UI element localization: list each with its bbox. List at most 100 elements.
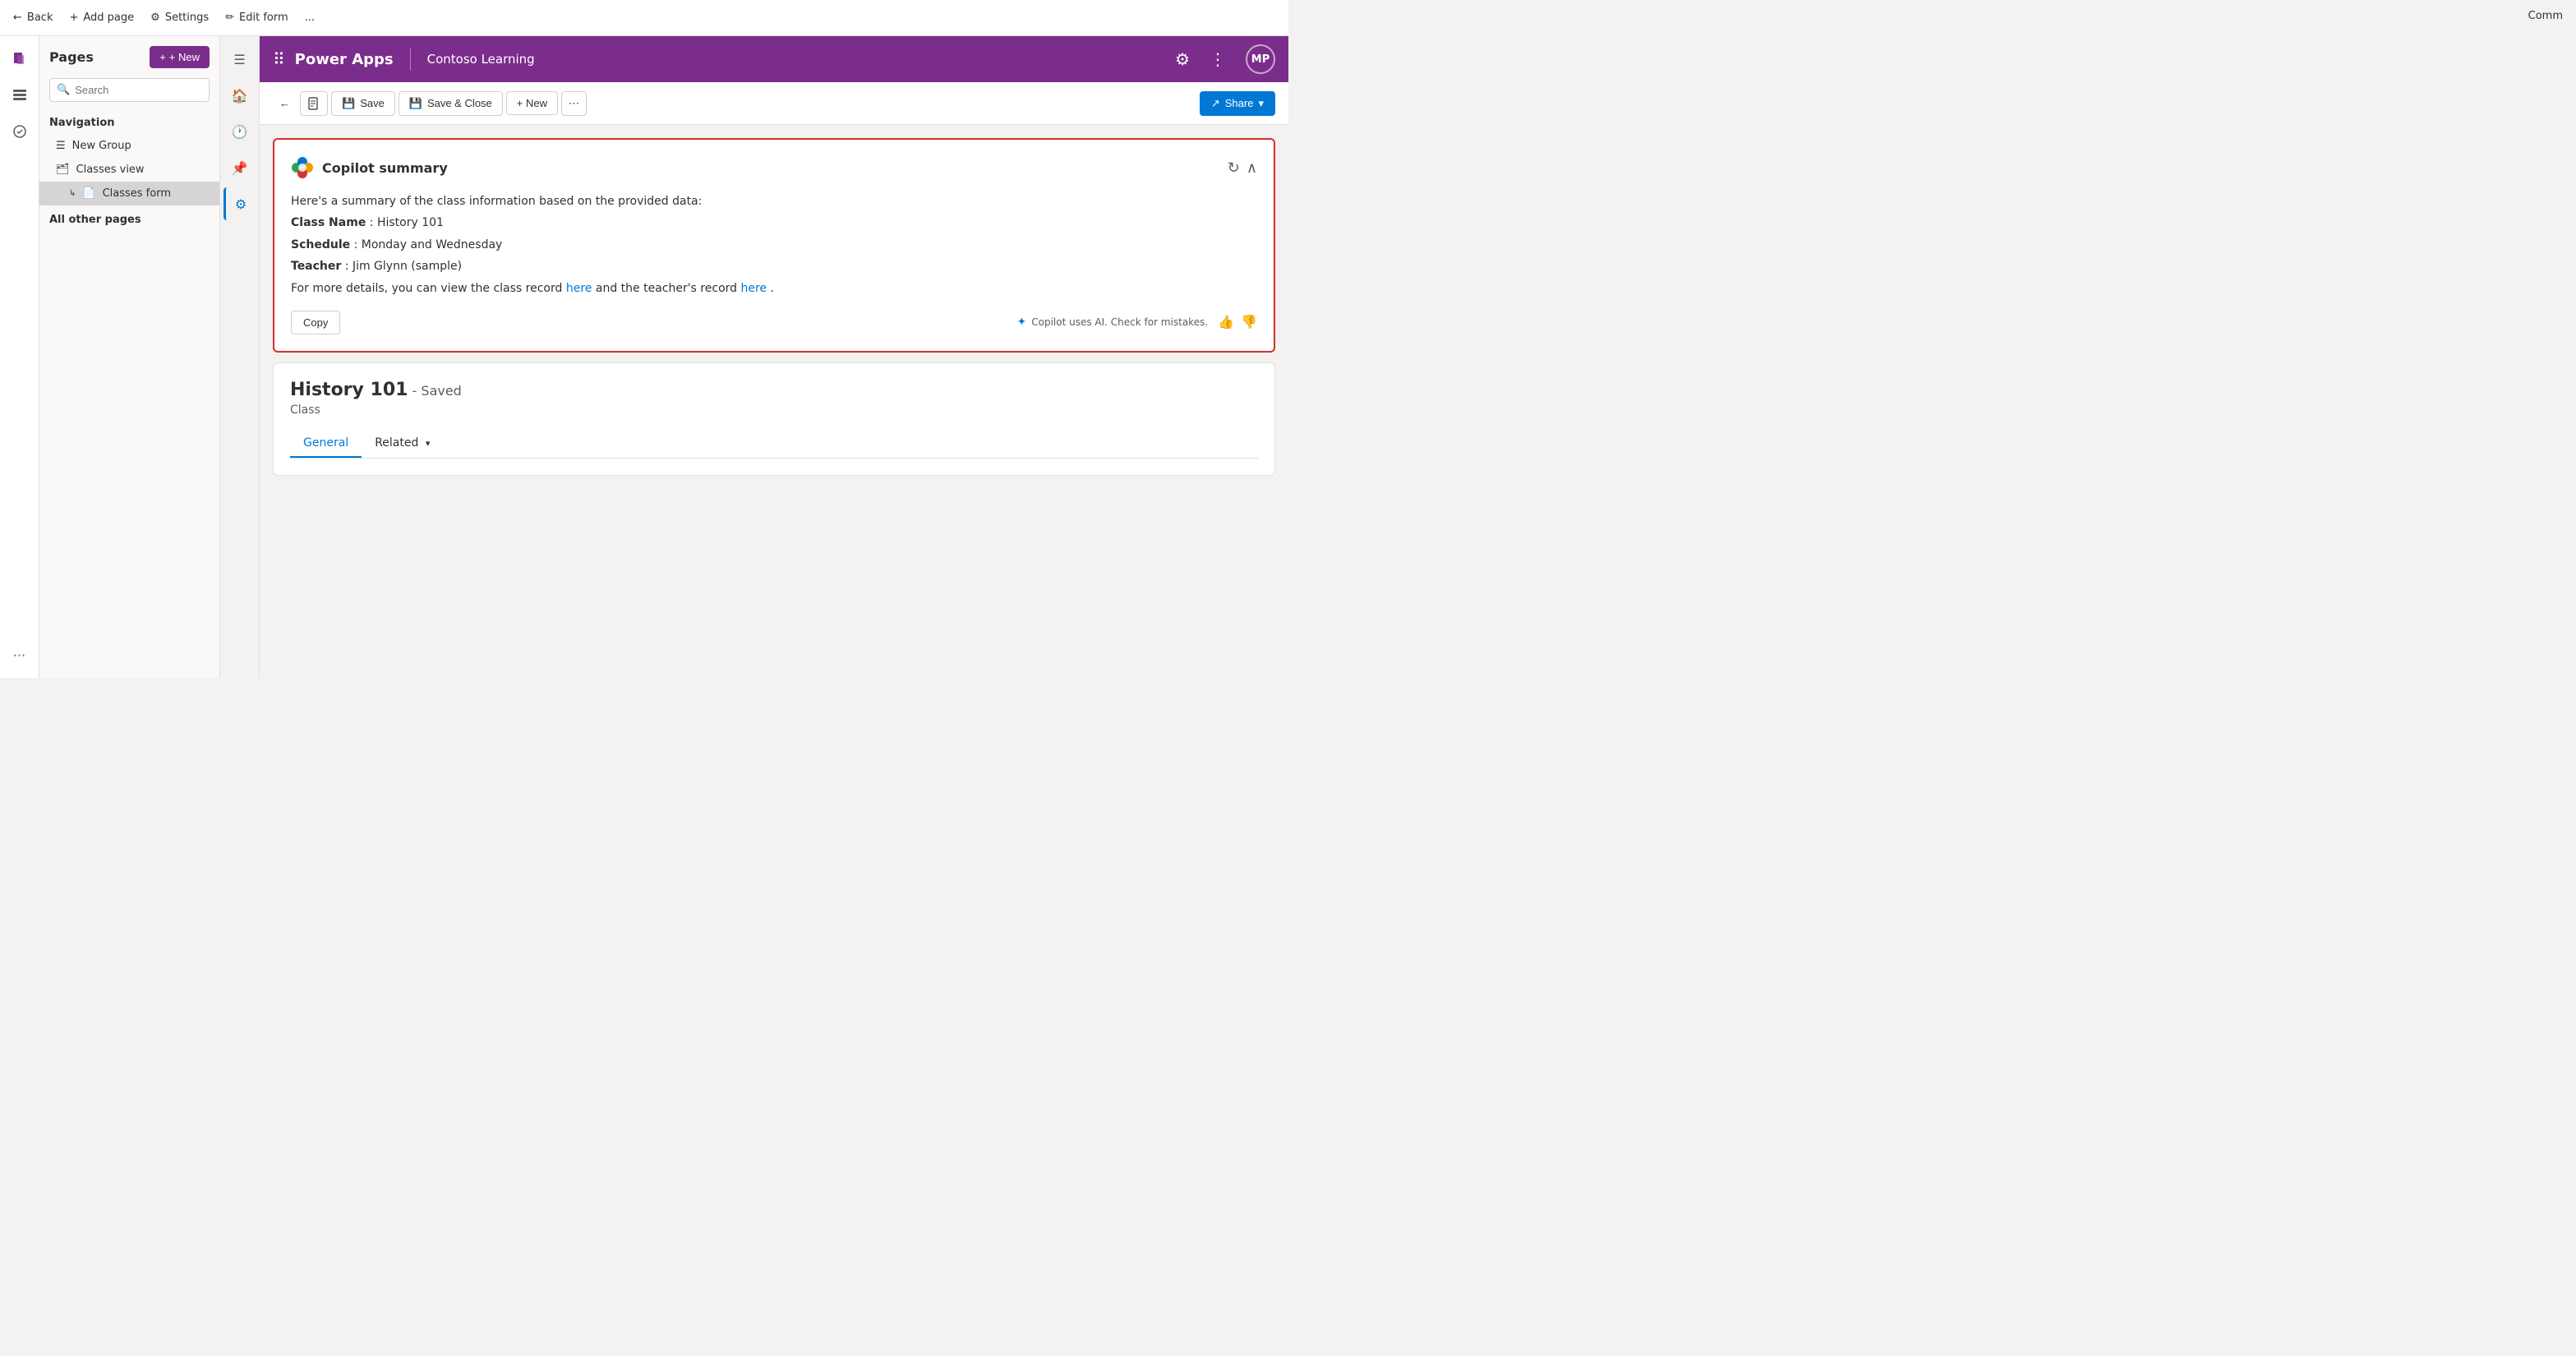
thumbdown-button[interactable]: 👎 [1241, 314, 1257, 330]
spark-icon: ✦ [1017, 316, 1027, 329]
pages-icon-rail[interactable] [3, 43, 36, 76]
copilot-body: Here's a summary of the class informatio… [291, 192, 1257, 297]
history-right-icon[interactable]: 🕐 [223, 115, 256, 148]
class-name-label: Class Name [291, 216, 366, 229]
share-dropdown-icon: ▾ [1258, 97, 1264, 110]
back-toolbar-button[interactable]: ← [273, 92, 297, 114]
record-card: History 101 - Saved Class General Relate… [273, 362, 1275, 476]
pin-right-icon[interactable]: 📌 [223, 151, 256, 184]
edit-form-button[interactable]: ✏ Edit form [225, 12, 288, 24]
settings-header-icon[interactable]: ⚙ [1175, 49, 1190, 69]
back-icon: ← [13, 12, 22, 24]
classes-form-label: Classes form [103, 187, 171, 200]
classes-view-icon: 🗂 [56, 164, 70, 176]
copilot-class-name: Class Name : History 101 [291, 214, 1257, 232]
back-label: Back [27, 12, 53, 24]
copilot-logo [291, 156, 314, 179]
class-record-link[interactable]: here [566, 282, 592, 295]
teacher-sep: : [345, 260, 353, 273]
teacher-value: Jim Glynn (sample) [353, 260, 462, 273]
more-toolbar-button[interactable]: ⋯ [561, 91, 587, 116]
tab-related-label: Related [375, 436, 418, 450]
add-icon: + [69, 12, 78, 24]
classes-view-label: Classes view [76, 164, 145, 176]
main-layout: ··· Pages + + New 🔍 Navigation ☰ New Gro… [0, 36, 1288, 678]
navigation-label: Navigation [39, 112, 219, 134]
add-page-label: Add page [83, 12, 134, 24]
thumbup-button[interactable]: 👍 [1218, 314, 1234, 330]
teacher-label: Teacher [291, 260, 341, 273]
tab-related-dropdown-icon: ▾ [426, 438, 431, 449]
record-tabs: General Related ▾ [290, 430, 1258, 459]
data-icon-rail[interactable] [3, 79, 36, 112]
comm-label: Comm [2515, 0, 2576, 32]
right-icon-bar: ☰ 🏠 🕐 📌 ⚙ [220, 36, 260, 678]
settings-button[interactable]: ⚙ Settings [150, 12, 209, 24]
copilot-footer: Copy ✦ Copilot uses AI. Check for mistak… [291, 311, 1257, 334]
schedule-sep: : [354, 238, 362, 251]
copilot-card: Copilot summary ↻ ∧ Here's a summary of … [273, 138, 1275, 353]
gear-icon: ⚙ [150, 12, 160, 24]
collapse-copilot-button[interactable]: ∧ [1247, 159, 1257, 177]
back-button[interactable]: ← Back [13, 12, 53, 24]
share-label: Share [1225, 97, 1254, 109]
settings-label: Settings [165, 12, 209, 24]
copilot-disclaimer: ✦ Copilot uses AI. Check for mistakes. [1017, 316, 1209, 329]
tab-related[interactable]: Related ▾ [362, 430, 443, 458]
tab-general[interactable]: General [290, 430, 362, 458]
list-icon: ☰ [56, 140, 66, 152]
refresh-copilot-button[interactable]: ↻ [1228, 159, 1240, 177]
ellipsis-icon: ··· [13, 648, 25, 663]
app-subtitle: Contoso Learning [427, 52, 535, 67]
hamburger-right-icon[interactable]: ☰ [223, 43, 256, 76]
feedback-buttons: 👍 👎 [1218, 314, 1257, 330]
save-close-label: Save & Close [427, 97, 492, 109]
search-box[interactable]: 🔍 [49, 78, 210, 102]
copilot-actions: ↻ ∧ [1228, 159, 1257, 177]
left-sidebar: Pages + + New 🔍 Navigation ☰ New Group 🗂… [39, 36, 220, 678]
waffle-icon[interactable]: ⠿ [273, 49, 285, 69]
search-input[interactable] [75, 84, 202, 96]
copilot-teacher: Teacher : Jim Glynn (sample) [291, 257, 1257, 275]
more-options-button[interactable]: ... [305, 12, 315, 24]
sidebar-header: Pages + + New [39, 46, 219, 68]
copilot-disclaimer-area: ✦ Copilot uses AI. Check for mistakes. 👍… [1017, 314, 1257, 330]
sidebar-title: Pages [49, 49, 94, 65]
purple-header: ⠿ Power Apps Contoso Learning ⚙ ⋮ MP [260, 36, 1288, 82]
new-group-nav-item[interactable]: ☰ New Group [39, 134, 219, 158]
document-toolbar-icon[interactable] [300, 91, 328, 116]
copilot-title: Copilot summary [322, 160, 448, 176]
search-icon: 🔍 [57, 84, 70, 96]
arrow-icon: ↳ [69, 189, 76, 198]
details-suffix: . [771, 282, 774, 295]
avatar-initials: MP [1251, 53, 1270, 66]
more-header-icon[interactable]: ⋮ [1210, 49, 1226, 69]
save-icon: 💾 [342, 97, 355, 110]
classes-form-nav-item[interactable]: ↳ 📄 Classes form [39, 182, 219, 205]
classes-view-nav-item[interactable]: 🗂 Classes view [39, 158, 219, 182]
more-rail-icon[interactable]: ··· [3, 639, 36, 671]
teacher-record-link[interactable]: here [740, 282, 767, 295]
share-button[interactable]: ↗ Share ▾ [1200, 91, 1275, 116]
new-button[interactable]: + + New [150, 46, 210, 68]
avatar[interactable]: MP [1246, 44, 1275, 74]
save-close-button[interactable]: 💾 Save & Close [399, 91, 503, 116]
add-page-button[interactable]: + Add page [69, 12, 134, 24]
automation-icon-rail[interactable] [3, 115, 36, 148]
app-name: Power Apps [295, 51, 394, 68]
home-right-icon[interactable]: 🏠 [223, 79, 256, 112]
new-button-label: + New [169, 51, 200, 63]
settings-right-icon[interactable]: ⚙ [223, 187, 256, 220]
record-title: History 101 [290, 380, 408, 400]
header-divider [410, 48, 411, 71]
copilot-details: For more details, you can view the class… [291, 279, 1257, 297]
disclaimer-text: Copilot uses AI. Check for mistakes. [1031, 316, 1208, 328]
copy-button[interactable]: Copy [291, 311, 340, 334]
copilot-schedule: Schedule : Monday and Wednesday [291, 236, 1257, 254]
record-saved-label: - Saved [412, 383, 462, 399]
classes-form-icon: 📄 [82, 187, 95, 200]
save-button[interactable]: 💾 Save [331, 91, 395, 116]
new-toolbar-button[interactable]: + New [506, 91, 558, 115]
share-icon: ↗ [1211, 97, 1220, 110]
tab-general-label: General [303, 436, 348, 450]
